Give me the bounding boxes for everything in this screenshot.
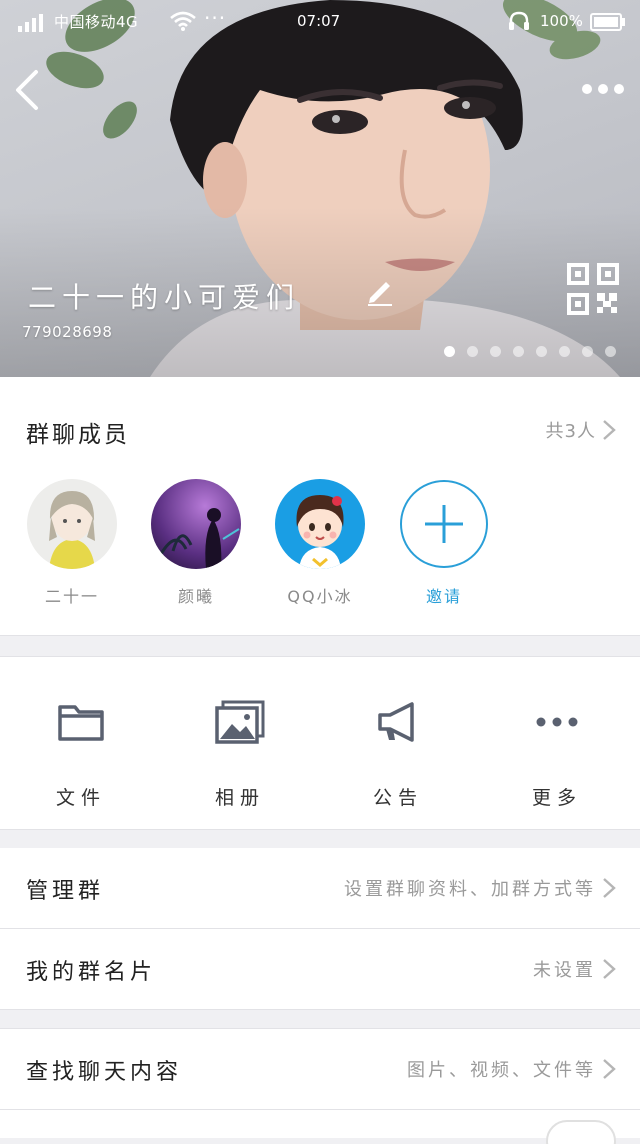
member-name: QQ小冰 — [287, 587, 353, 606]
notification-dots: ··· — [204, 6, 227, 30]
member-count-link[interactable]: 共3人 — [546, 417, 616, 443]
status-bar: 中国移动4G ··· 07:07 100% — [0, 0, 640, 44]
member-count: 共3人 — [545, 421, 596, 442]
group-cover-header: 中国移动4G ··· 07:07 100% 二十一的小可爱们 779028698 — [0, 0, 640, 377]
more-icon[interactable] — [578, 76, 628, 102]
megaphone-icon — [378, 702, 414, 742]
member-name: 颜曦 — [177, 587, 214, 606]
group-tools-card: 文件 相册 公告 更多 — [0, 656, 640, 830]
group-card-label: 我的群名片 — [26, 960, 157, 985]
chevron-right-icon — [603, 1059, 616, 1079]
album-icon — [215, 700, 265, 744]
qr-code-icon[interactable] — [566, 262, 620, 316]
avatar — [27, 479, 117, 569]
page-dot — [536, 346, 547, 357]
invite-member-button[interactable]: 邀请 — [398, 479, 490, 607]
manage-group-value: 设置群聊资料、加群方式等 — [344, 879, 596, 900]
wifi-icon — [170, 11, 196, 31]
album-button[interactable]: 相册 — [185, 697, 295, 810]
member-item[interactable]: QQ小冰 — [274, 479, 366, 607]
manage-group-label: 管理群 — [26, 879, 105, 904]
page-dot — [559, 346, 570, 357]
page-dot — [444, 346, 455, 357]
file-label: 文件 — [55, 787, 106, 809]
battery-percent: 100% — [540, 12, 583, 30]
invite-label: 邀请 — [425, 587, 462, 606]
page-dot — [605, 346, 616, 357]
chevron-right-icon — [603, 959, 616, 979]
notice-label: 公告 — [372, 787, 423, 809]
add-icon — [400, 480, 488, 568]
group-card-row[interactable]: 我的群名片 未设置 — [0, 929, 640, 1009]
member-item[interactable]: 二十一 — [26, 479, 118, 607]
group-id: 779028698 — [22, 323, 113, 341]
headset-icon — [509, 11, 529, 30]
folder-icon — [58, 705, 104, 741]
member-name: 二十一 — [44, 587, 99, 606]
back-icon[interactable] — [12, 68, 44, 112]
edit-icon[interactable] — [364, 274, 396, 306]
chevron-right-icon — [603, 420, 616, 440]
group-members-card: 群聊成员 共3人 二十一 颜曦 QQ小冰 邀请 — [0, 377, 640, 636]
page-dot — [490, 346, 501, 357]
manage-group-row[interactable]: 管理群 设置群聊资料、加群方式等 — [0, 848, 640, 928]
invite-avatar — [399, 479, 489, 569]
file-button[interactable]: 文件 — [26, 697, 136, 810]
search-chat-row[interactable]: 查找聊天内容 图片、视频、文件等 — [0, 1029, 640, 1109]
avatar — [275, 479, 365, 569]
more-tools-button[interactable]: 更多 — [502, 697, 612, 810]
signal-icon — [18, 14, 43, 32]
page-dot — [467, 346, 478, 357]
member-item[interactable]: 颜曦 — [150, 479, 242, 607]
toggle-switch-icon[interactable] — [546, 1120, 616, 1144]
row-divider — [0, 1009, 640, 1010]
members-title: 群聊成员 — [26, 422, 130, 448]
notice-button[interactable]: 公告 — [343, 697, 453, 810]
next-row-partial[interactable] — [0, 1110, 640, 1144]
album-label: 相册 — [214, 787, 265, 809]
battery-icon — [590, 13, 625, 31]
carrier-label: 中国移动4G — [54, 13, 139, 31]
search-chat-value: 图片、视频、文件等 — [407, 1060, 596, 1081]
group-card-value: 未设置 — [533, 960, 596, 981]
photo-page-indicator — [444, 346, 616, 357]
more-label: 更多 — [531, 787, 582, 809]
clock: 07:07 — [297, 12, 341, 30]
chevron-right-icon — [603, 878, 616, 898]
search-chat-label: 查找聊天内容 — [26, 1060, 183, 1085]
page-dot — [513, 346, 524, 357]
page-dot — [582, 346, 593, 357]
avatar — [151, 479, 241, 569]
group-name: 二十一的小可爱们 — [28, 281, 301, 314]
more-dots-icon — [536, 717, 578, 727]
